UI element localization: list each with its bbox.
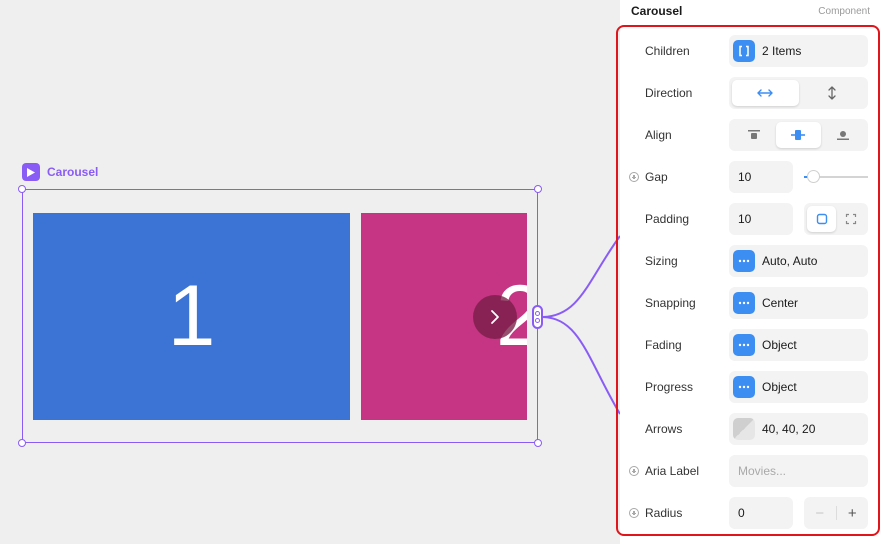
connector-node[interactable] (532, 305, 543, 329)
gap-value: 10 (738, 170, 752, 184)
direction-horizontal-option[interactable] (732, 80, 799, 106)
aria-label-placeholder: Movies... (738, 464, 787, 478)
align-segmented (729, 119, 868, 151)
radius-decrement-button[interactable]: − (804, 505, 836, 522)
sizing-value: Auto, Auto (762, 254, 818, 268)
radius-value: 0 (738, 506, 745, 520)
padding-value: 10 (738, 212, 752, 226)
fading-value: Object (762, 338, 797, 352)
align-bottom-option[interactable] (821, 122, 865, 148)
children-field[interactable]: 2 Items (729, 35, 868, 67)
uniform-padding-option[interactable] (807, 206, 836, 232)
radius-label: Radius (645, 506, 683, 520)
arrows-label: Arrows (645, 422, 683, 436)
children-label: Children (645, 44, 690, 58)
arrows-field[interactable]: 40, 40, 20 (729, 413, 868, 445)
gap-input[interactable]: 10 (729, 161, 793, 193)
row-snapping: Snapping Center (618, 287, 882, 319)
radius-input[interactable]: 0 (729, 497, 793, 529)
row-fading: Fading Object (618, 329, 882, 361)
padding-input[interactable]: 10 (729, 203, 793, 235)
progress-field[interactable]: Object (729, 371, 868, 403)
row-sizing: Sizing Auto, Auto (618, 245, 882, 277)
more-icon (733, 334, 755, 356)
row-radius: Radius 0 − + (618, 497, 882, 529)
align-center-option[interactable] (776, 122, 821, 148)
canvas: Carousel 1 2 (0, 0, 620, 544)
arrows-value: 40, 40, 20 (762, 422, 816, 436)
gap-slider[interactable] (804, 161, 868, 193)
color-swatch-icon (733, 418, 755, 440)
aria-label-input[interactable]: Movies... (729, 455, 868, 487)
row-aria-label: Aria Label Movies... (618, 455, 882, 487)
add-gap-icon[interactable] (629, 172, 639, 182)
align-top-option[interactable] (732, 122, 776, 148)
row-direction: Direction (618, 77, 882, 109)
gap-label: Gap (645, 170, 668, 184)
progress-value: Object (762, 380, 797, 394)
row-padding: Padding 10 (618, 203, 882, 235)
vertical-arrows-icon (828, 86, 836, 100)
fading-label: Fading (645, 338, 682, 352)
direction-segmented (729, 77, 868, 109)
row-align: Align (618, 119, 882, 151)
align-bottom-icon (836, 131, 849, 140)
align-top-icon (748, 130, 761, 139)
snapping-value: Center (762, 296, 799, 310)
radius-stepper: − + (804, 497, 868, 529)
individual-padding-option[interactable] (836, 206, 865, 232)
row-gap: Gap 10 (618, 161, 882, 193)
more-icon (733, 376, 755, 398)
fading-field[interactable]: Object (729, 329, 868, 361)
more-icon (733, 292, 755, 314)
padding-label: Padding (645, 212, 690, 226)
progress-label: Progress (645, 380, 694, 394)
sizing-field[interactable]: Auto, Auto (729, 245, 868, 277)
padding-mode-toggle (804, 203, 868, 235)
sizing-label: Sizing (645, 254, 678, 268)
add-aria-label-icon[interactable] (629, 466, 639, 476)
uniform-padding-icon (816, 213, 827, 225)
direction-label: Direction (645, 86, 693, 100)
radius-increment-button[interactable]: + (837, 505, 869, 522)
highlight-box: Children 2 Items Direction Align Gap 10 … (616, 25, 880, 536)
brackets-icon (733, 40, 755, 62)
snapping-field[interactable]: Center (729, 287, 868, 319)
individual-padding-icon (845, 213, 856, 225)
slider-knob[interactable] (808, 171, 819, 182)
row-children: Children 2 Items (618, 35, 882, 67)
row-arrows: Arrows 40, 40, 20 (618, 413, 882, 445)
align-label: Align (645, 128, 672, 142)
panel-type-label: Component (818, 5, 870, 17)
more-icon (733, 250, 755, 272)
aria-label-label: Aria Label (645, 464, 700, 478)
row-progress: Progress Object (618, 371, 882, 403)
panel-header: Carousel Component (631, 3, 870, 19)
properties-panel: Carousel Component Children 2 Items Dire… (616, 0, 884, 544)
connection-wires (542, 235, 620, 415)
snapping-label: Snapping (645, 296, 696, 310)
direction-vertical-option[interactable] (799, 80, 866, 106)
horizontal-arrows-icon (757, 89, 773, 97)
children-value: 2 Items (762, 44, 802, 58)
panel-title: Carousel (631, 4, 683, 18)
add-radius-icon[interactable] (629, 508, 639, 518)
align-center-icon (791, 130, 806, 140)
